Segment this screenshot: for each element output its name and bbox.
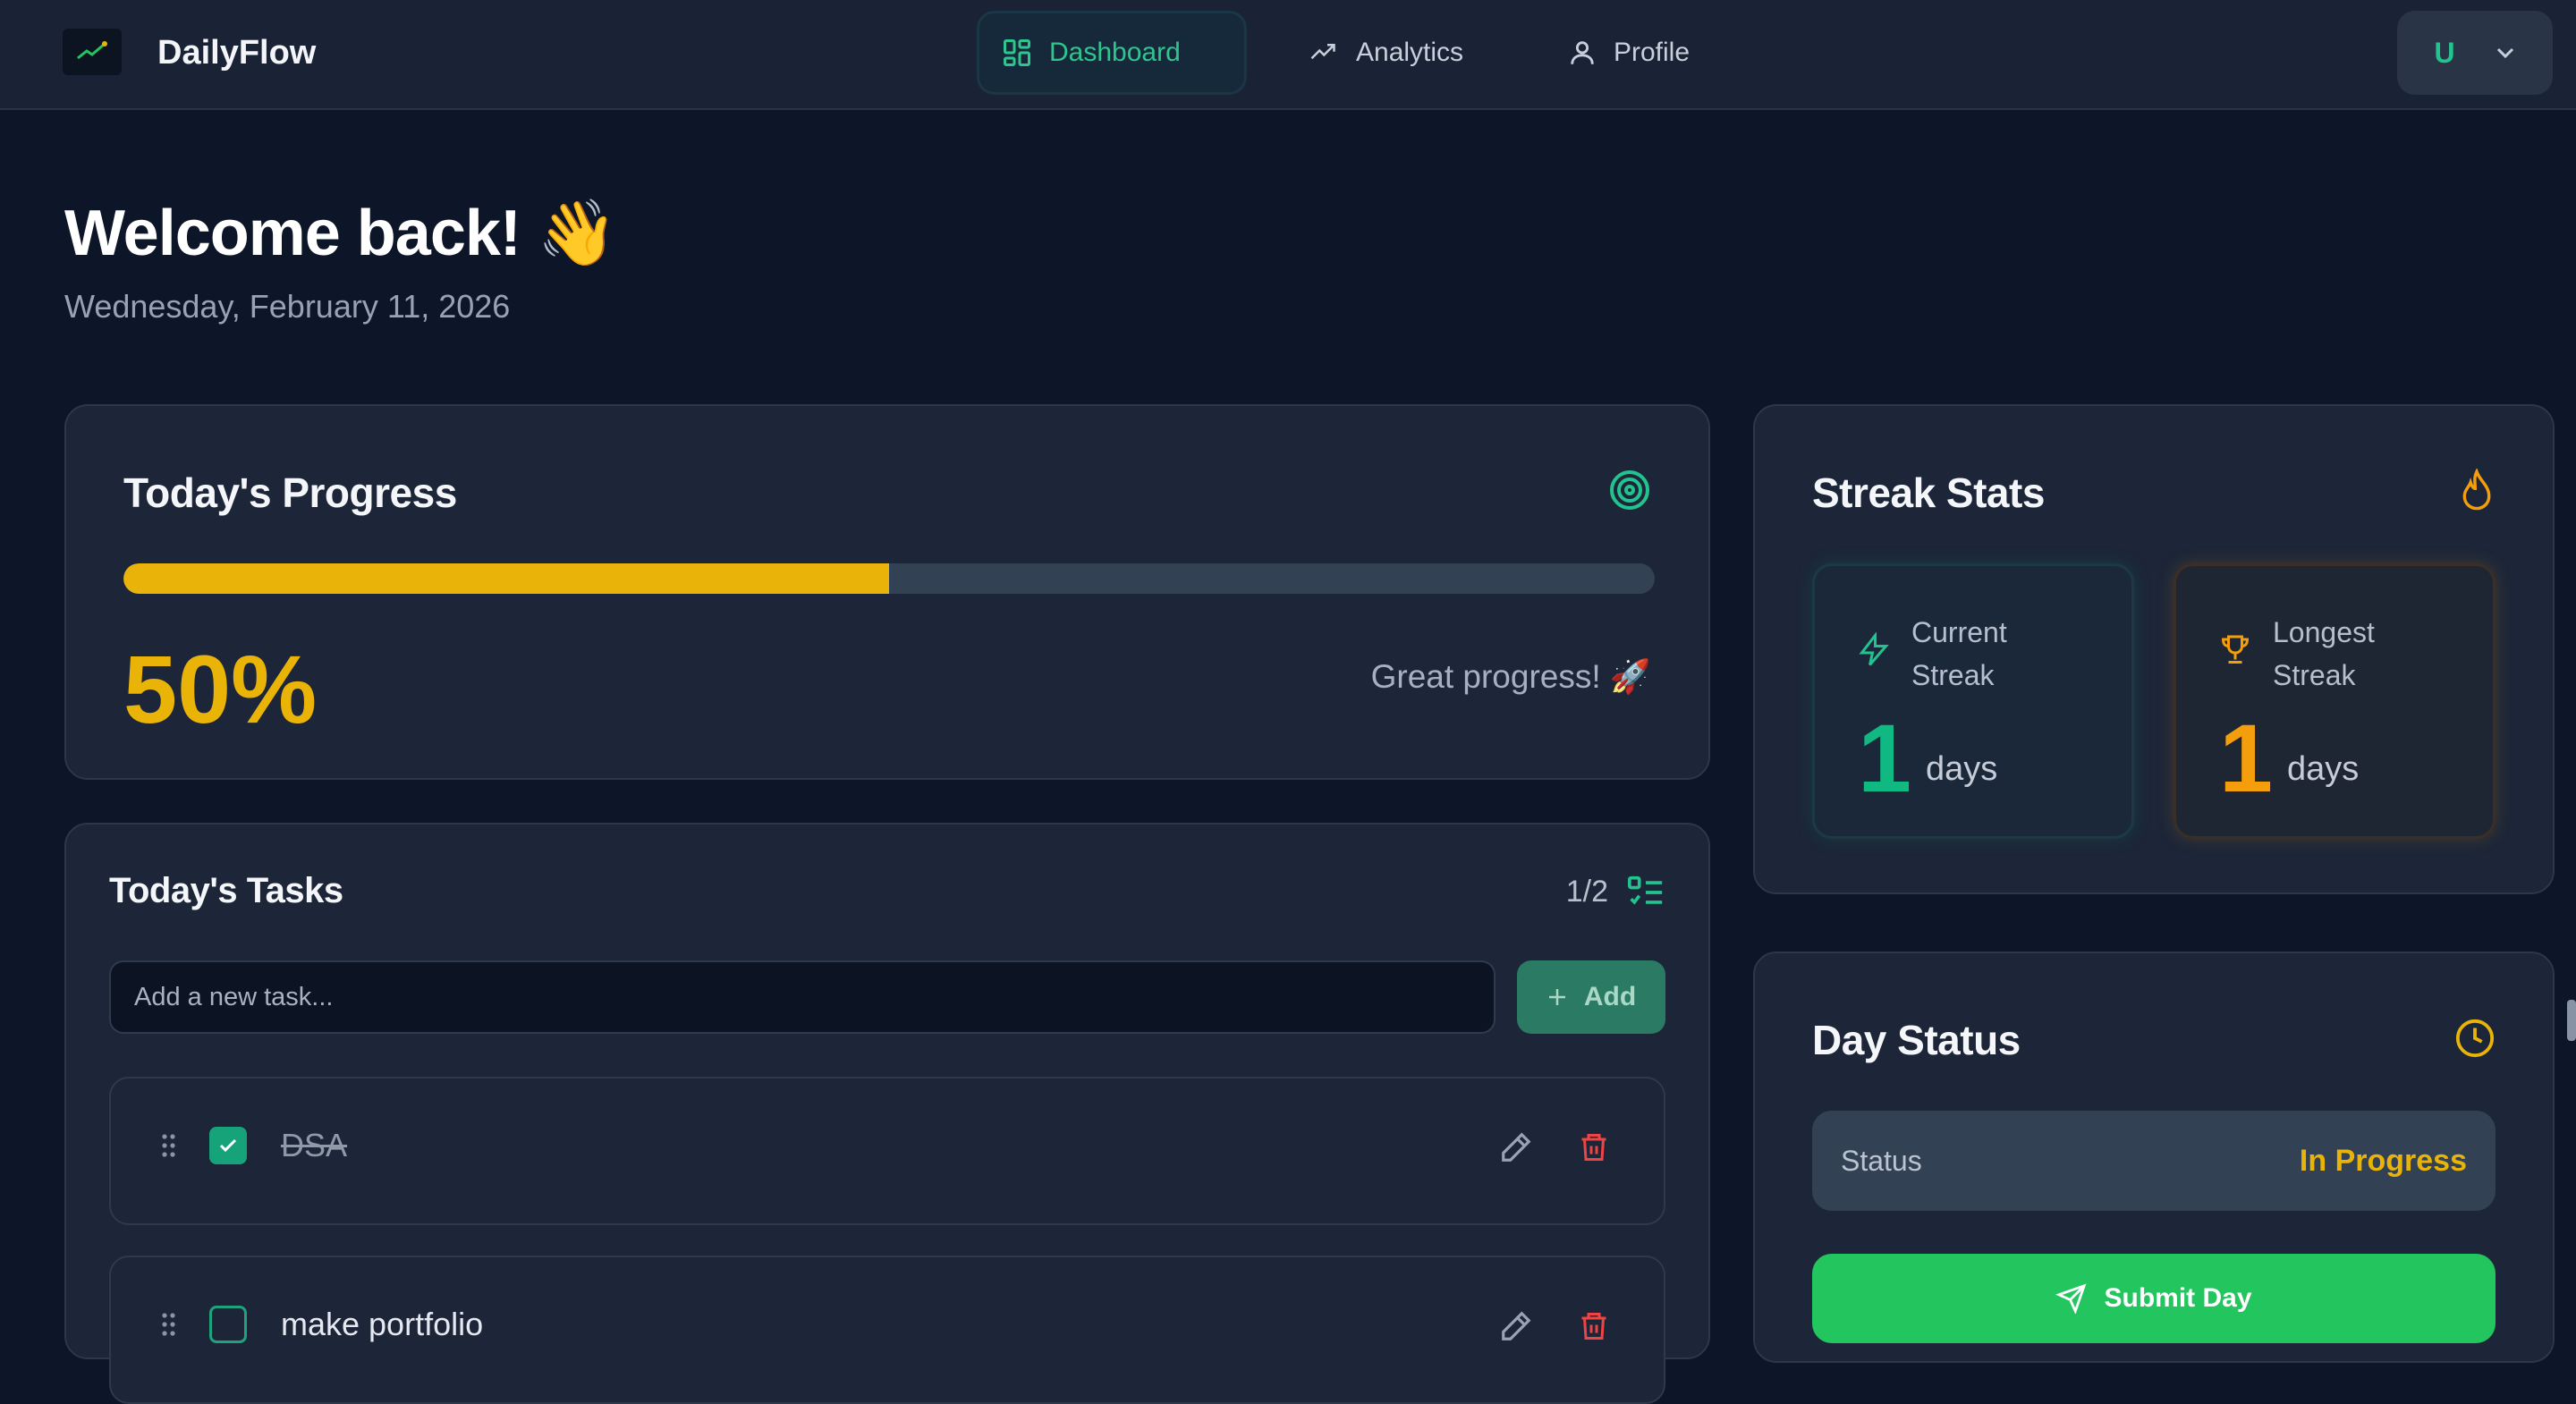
top-navbar: DailyFlow Dashboard Analytics Profile U: [0, 0, 2576, 110]
trophy-icon: [2221, 635, 2250, 664]
task-checkbox[interactable]: [209, 1306, 247, 1343]
drag-handle-icon[interactable]: [161, 1132, 177, 1159]
submit-day-button[interactable]: Submit Day: [1812, 1254, 2496, 1343]
progress-card-title: Today's Progress: [123, 469, 457, 516]
checkmark-icon: [219, 1138, 237, 1153]
task-checkbox[interactable]: [209, 1127, 247, 1164]
current-streak-value: 1: [1858, 704, 1912, 812]
add-task-label: Add: [1583, 982, 1637, 1011]
lightning-icon: [1859, 632, 1889, 666]
plus-icon: [1548, 989, 1565, 1005]
task-text: DSA: [281, 1127, 348, 1163]
progress-percent: 50%: [123, 635, 318, 743]
drag-handle-icon[interactable]: [161, 1311, 177, 1338]
user-menu-button[interactable]: U: [2397, 11, 2553, 95]
scrollbar-thumb[interactable]: [2567, 1000, 2576, 1041]
clock-icon: [2455, 1019, 2495, 1058]
task-count: 1/2: [1565, 875, 1608, 909]
tab-analytics-label: Analytics: [1356, 38, 1464, 67]
user-icon: [1571, 41, 1594, 64]
tab-analytics[interactable]: Analytics: [1284, 11, 1485, 95]
current-streak-label: Current Streak: [1911, 616, 2007, 691]
longest-streak-box: Longest Streak 1 days: [2174, 563, 2496, 839]
tab-dashboard-label: Dashboard: [1049, 38, 1181, 67]
new-task-input[interactable]: [109, 960, 1496, 1034]
app-logo[interactable]: [63, 29, 122, 75]
tab-profile-label: Profile: [1614, 38, 1690, 67]
submit-day-label: Submit Day: [2104, 1283, 2252, 1313]
target-icon: [1610, 470, 1649, 510]
trash-icon[interactable]: [1578, 1309, 1610, 1343]
dashboard-icon: [1004, 39, 1030, 66]
add-task-button[interactable]: Add: [1517, 960, 1665, 1034]
current-streak-box: Current Streak 1 days: [1812, 563, 2134, 839]
send-icon: [2055, 1283, 2087, 1314]
tab-dashboard[interactable]: Dashboard: [977, 11, 1247, 95]
current-streak-unit: days: [1926, 750, 1998, 788]
edit-icon[interactable]: [1499, 1130, 1533, 1164]
page-title: Welcome back! 👋: [64, 198, 618, 269]
task-text: make portfolio: [281, 1306, 484, 1342]
task-row[interactable]: make portfolio: [109, 1256, 1665, 1404]
tasks-card-title: Today's Tasks: [109, 871, 343, 910]
streak-card-title: Streak Stats: [1812, 469, 2045, 516]
longest-streak-unit: days: [2287, 750, 2360, 788]
day-status-card: Day Status Status In Progress Submit Day: [1753, 952, 2555, 1363]
progress-message: Great progress! 🚀: [1370, 658, 1651, 695]
trash-icon[interactable]: [1578, 1130, 1610, 1164]
task-list-icon: [1628, 875, 1663, 905]
status-badge: In Progress: [2299, 1144, 2467, 1178]
progress-bar-fill: [123, 563, 889, 594]
streak-card: Streak Stats Current Streak 1 days Longe…: [1753, 404, 2555, 894]
avatar: U: [2434, 36, 2455, 69]
longest-streak-label: Longest Streak: [2273, 616, 2375, 691]
tab-profile[interactable]: Profile: [1546, 11, 1711, 95]
day-status-title: Day Status: [1812, 1017, 2021, 1063]
flame-icon: [2462, 469, 2491, 511]
logo-icon: [77, 41, 107, 60]
chevron-down-icon: [2496, 47, 2513, 59]
status-row: Status In Progress: [1812, 1111, 2496, 1211]
tasks-card: Today's Tasks 1/2 Add DSA: [64, 823, 1710, 1404]
current-date: Wednesday, February 11, 2026: [64, 288, 511, 325]
edit-icon[interactable]: [1499, 1309, 1533, 1343]
progress-bar: [123, 563, 1655, 594]
status-label: Status: [1841, 1145, 1922, 1177]
brand-name[interactable]: DailyFlow: [157, 34, 316, 72]
progress-card: Today's Progress 50% Great progress! 🚀: [64, 404, 1710, 780]
task-row[interactable]: DSA: [109, 1077, 1665, 1225]
longest-streak-value: 1: [2219, 704, 2274, 812]
trending-up-icon: [1310, 44, 1335, 60]
